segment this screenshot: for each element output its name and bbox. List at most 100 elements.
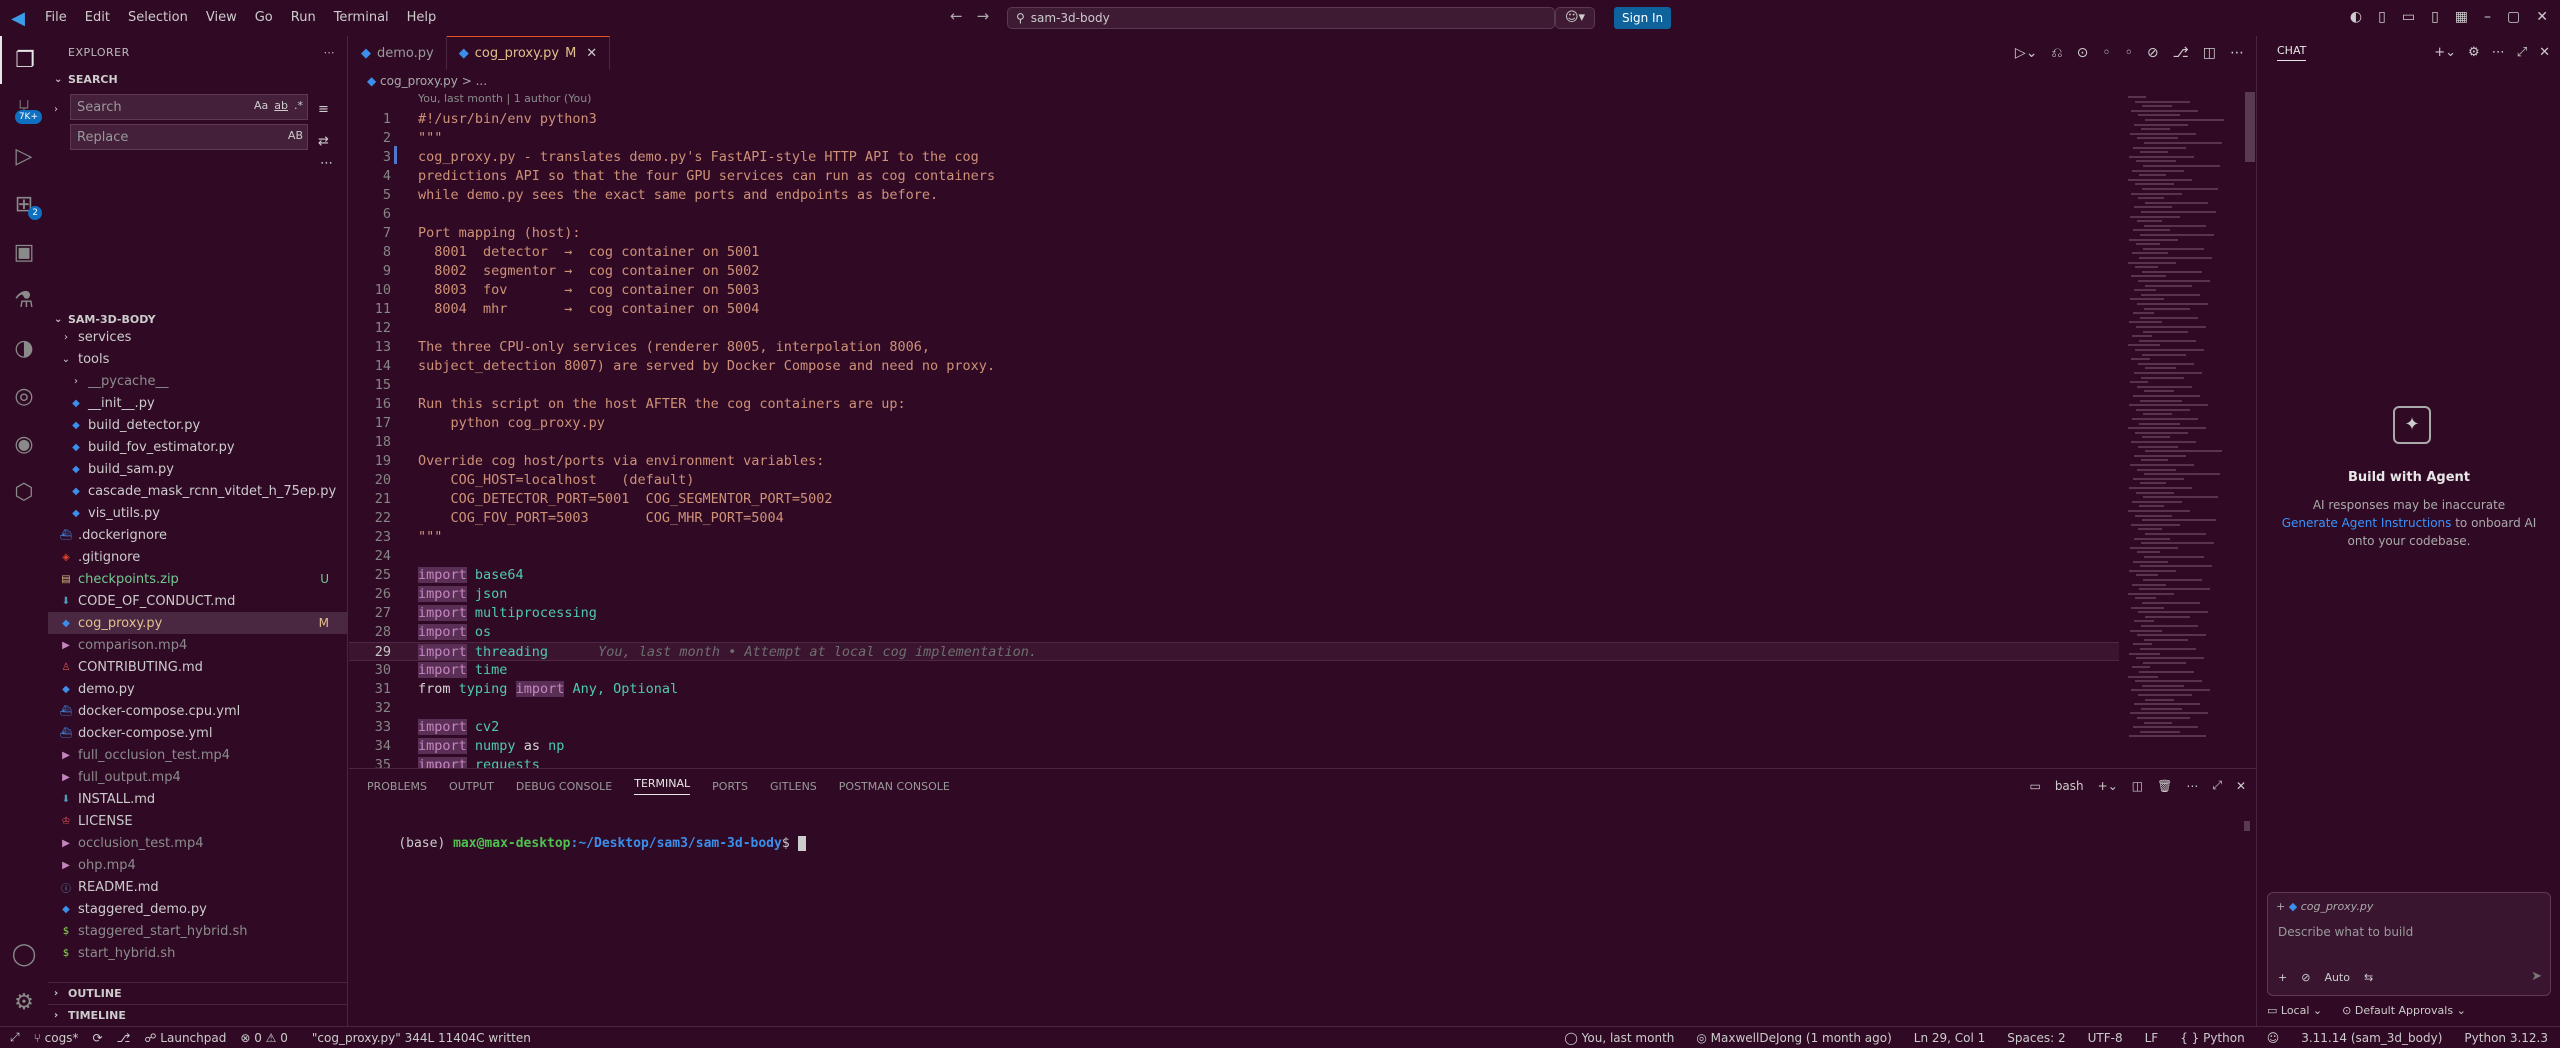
toggle-sidebar-icon[interactable]: ▯ <box>2378 9 2386 25</box>
code-line[interactable]: 18 <box>349 433 2119 452</box>
run-debug-icon[interactable]: ▷ <box>0 132 48 180</box>
search-input[interactable]: Search Aa ab .* <box>70 94 308 120</box>
split-editor-icon[interactable]: ◫ <box>2203 45 2216 61</box>
code-line[interactable]: 22 COG_FOV_PORT=5003 COG_MHR_PORT=5004 <box>349 509 2119 528</box>
git-commit-icon[interactable]: ⊘ <box>2147 45 2159 61</box>
timeline-section-header[interactable]: › TIMELINE <box>48 1004 347 1026</box>
author-item[interactable]: ◎ MaxwellDeJong (1 month ago) <box>1696 1031 1891 1045</box>
code-line[interactable]: 13 The three CPU-only services (renderer … <box>349 338 2119 357</box>
extensions-icon[interactable]: ⊞ 2 <box>0 180 48 228</box>
file-tree-item[interactable]: ♔ LICENSE <box>48 810 347 832</box>
maximize-icon[interactable]: ▢ <box>2507 9 2520 25</box>
code-line[interactable]: 32 <box>349 699 2119 718</box>
sync-icon[interactable]: ⟳ <box>92 1031 102 1045</box>
explorer-icon[interactable]: ❐ <box>0 36 48 84</box>
language-mode[interactable]: { } Python <box>2180 1031 2245 1045</box>
maximize-panel-icon[interactable]: ⤢ <box>2212 778 2222 793</box>
next-change-icon[interactable]: ◦ <box>2125 45 2133 61</box>
send-icon[interactable]: ➤ <box>2531 969 2542 984</box>
code-line[interactable]: 31 from typing import Any, Optional <box>349 680 2119 699</box>
file-tree-item[interactable]: $ start_hybrid.sh <box>48 942 347 964</box>
replace-input[interactable]: Replace AB <box>70 124 308 150</box>
editor-scrollbar[interactable] <box>2245 92 2255 162</box>
code-line[interactable]: 15 <box>349 376 2119 395</box>
kill-terminal-icon[interactable]: 🗑 <box>2157 779 2172 793</box>
mode-picker[interactable]: Auto <box>2324 971 2350 984</box>
panel-tab-gitlens[interactable]: GITLENS <box>770 780 817 793</box>
docker-icon[interactable]: ◎ <box>0 372 48 420</box>
menu-view[interactable]: View <box>197 0 246 36</box>
panel-tab-debug-console[interactable]: DEBUG CONSOLE <box>516 780 612 793</box>
code-line[interactable]: 14 subject_detection 8007) are served by … <box>349 357 2119 376</box>
menu-selection[interactable]: Selection <box>119 0 197 36</box>
minimap[interactable] <box>2124 92 2234 768</box>
code-line[interactable]: 2 """ <box>349 129 2119 148</box>
layout-icon[interactable]: ▦ <box>2455 9 2468 25</box>
launchpad-item[interactable]: ☍ Launchpad <box>144 1031 226 1045</box>
remote-icon[interactable]: ⤢ <box>10 1030 20 1045</box>
match-case-icon[interactable]: Aa <box>254 99 268 112</box>
search-section-header[interactable]: ⌄ SEARCH <box>48 68 347 90</box>
file-tree-item[interactable]: ◆ staggered_demo.py <box>48 898 347 920</box>
code-line[interactable]: 29 import threading You, last month • Atte… <box>349 642 2119 661</box>
add-icon[interactable]: + <box>2278 971 2287 984</box>
open-changes-icon[interactable]: ⎇ <box>2173 45 2189 61</box>
file-tree-item[interactable]: ◆ vis_utils.py <box>48 502 347 524</box>
copilot-status-icon[interactable]: ☺ <box>2267 1031 2280 1045</box>
code-line[interactable]: 23 """ <box>349 528 2119 547</box>
tab-demo-py[interactable]: ◆ demo.py <box>349 36 447 70</box>
copilot-status-icon[interactable]: ◐ <box>2350 9 2362 25</box>
close-icon[interactable]: ✕ <box>2539 45 2550 60</box>
file-tree-item[interactable]: ⌄ tools <box>48 348 347 370</box>
panel-tab-postman-console[interactable]: POSTMAN CONSOLE <box>839 780 950 793</box>
chat-settings-icon[interactable]: ⚙ <box>2468 45 2480 60</box>
indentation[interactable]: Spaces: 2 <box>2007 1031 2065 1045</box>
code-line[interactable]: 24 <box>349 547 2119 566</box>
breadcrumb[interactable]: ◆ cog_proxy.py > ... <box>349 70 487 92</box>
python-env[interactable]: 3.11.14 (sam_3d_body) <box>2301 1031 2442 1045</box>
model-icon[interactable]: ⇆ <box>2364 971 2373 984</box>
file-tree-item[interactable]: ◈ .gitignore <box>48 546 347 568</box>
toggle-replace-icon[interactable]: › <box>54 104 58 115</box>
code-line[interactable]: 4 predictions API so that the four GPU se… <box>349 167 2119 186</box>
file-tree-item[interactable]: ▤ checkpoints.zip U <box>48 568 347 590</box>
file-tree-item[interactable]: ⛴ docker-compose.yml <box>48 722 347 744</box>
code-line[interactable]: 9 8002 segmentor → cog container on 5002 <box>349 262 2119 281</box>
code-line[interactable]: 17 python cog_proxy.py <box>349 414 2119 433</box>
close-tab-icon[interactable]: ✕ <box>586 46 597 61</box>
file-tree-item[interactable]: ◆ build_detector.py <box>48 414 347 436</box>
code-lens-blame[interactable]: You, last month | 1 author (You) <box>418 92 591 106</box>
code-editor[interactable]: You, last month | 1 author (You) 1 #!/usr… <box>349 92 2256 768</box>
new-terminal-icon[interactable]: +⌄ <box>2098 779 2118 793</box>
code-line[interactable]: 11 8004 mhr → cog container on 5004 <box>349 300 2119 319</box>
close-panel-icon[interactable]: ✕ <box>2236 779 2246 793</box>
code-line[interactable]: 19 Override cog host/ports via environmen… <box>349 452 2119 471</box>
file-tree-item[interactable]: ◆ cog_proxy.py M <box>48 612 347 634</box>
file-tree-item[interactable]: › __pycache__ <box>48 370 347 392</box>
menu-terminal[interactable]: Terminal <box>325 0 398 36</box>
replace-all-icon[interactable]: ⇄ <box>318 134 329 149</box>
manage-gear-icon[interactable]: ⚙ <box>0 978 48 1026</box>
code-line[interactable]: 34 import numpy as np <box>349 737 2119 756</box>
code-line[interactable]: 6 <box>349 205 2119 224</box>
code-line[interactable]: 5 while demo.py sees the exact same ports… <box>349 186 2119 205</box>
command-center[interactable]: ⚲ sam-3d-body <box>1007 7 1555 29</box>
more-search-options-icon[interactable]: ⋯ <box>320 156 333 171</box>
run-file-icon[interactable]: ▷⌄ <box>2015 45 2038 61</box>
remote-explorer-icon[interactable]: ▣ <box>0 228 48 276</box>
source-control-icon[interactable]: ⑂ 7K+ <box>0 84 48 132</box>
problems-item[interactable]: ⊗ 0 ⚠ 0 <box>240 1031 288 1045</box>
maximize-icon[interactable]: ⤢ <box>2517 45 2527 60</box>
menu-file[interactable]: File <box>36 0 76 36</box>
file-tree-item[interactable]: ▶ ohp.mp4 <box>48 854 347 876</box>
code-line[interactable]: 27 import multiprocessing <box>349 604 2119 623</box>
refresh-icon[interactable]: ≡ <box>318 102 329 117</box>
file-tree-item[interactable]: ▶ occlusion_test.mp4 <box>48 832 347 854</box>
testing-icon[interactable]: ⚗ <box>0 276 48 324</box>
terminal-shell-label[interactable]: bash <box>2055 779 2084 793</box>
prev-change-icon[interactable]: ◦ <box>2102 45 2110 61</box>
code-line[interactable]: 26 import json <box>349 585 2119 604</box>
gitlens-icon[interactable]: ◑ <box>0 324 48 372</box>
code-line[interactable]: 1 #!/usr/bin/env python3 <box>349 110 2119 129</box>
panel-tab-terminal[interactable]: TERMINAL <box>634 777 691 795</box>
